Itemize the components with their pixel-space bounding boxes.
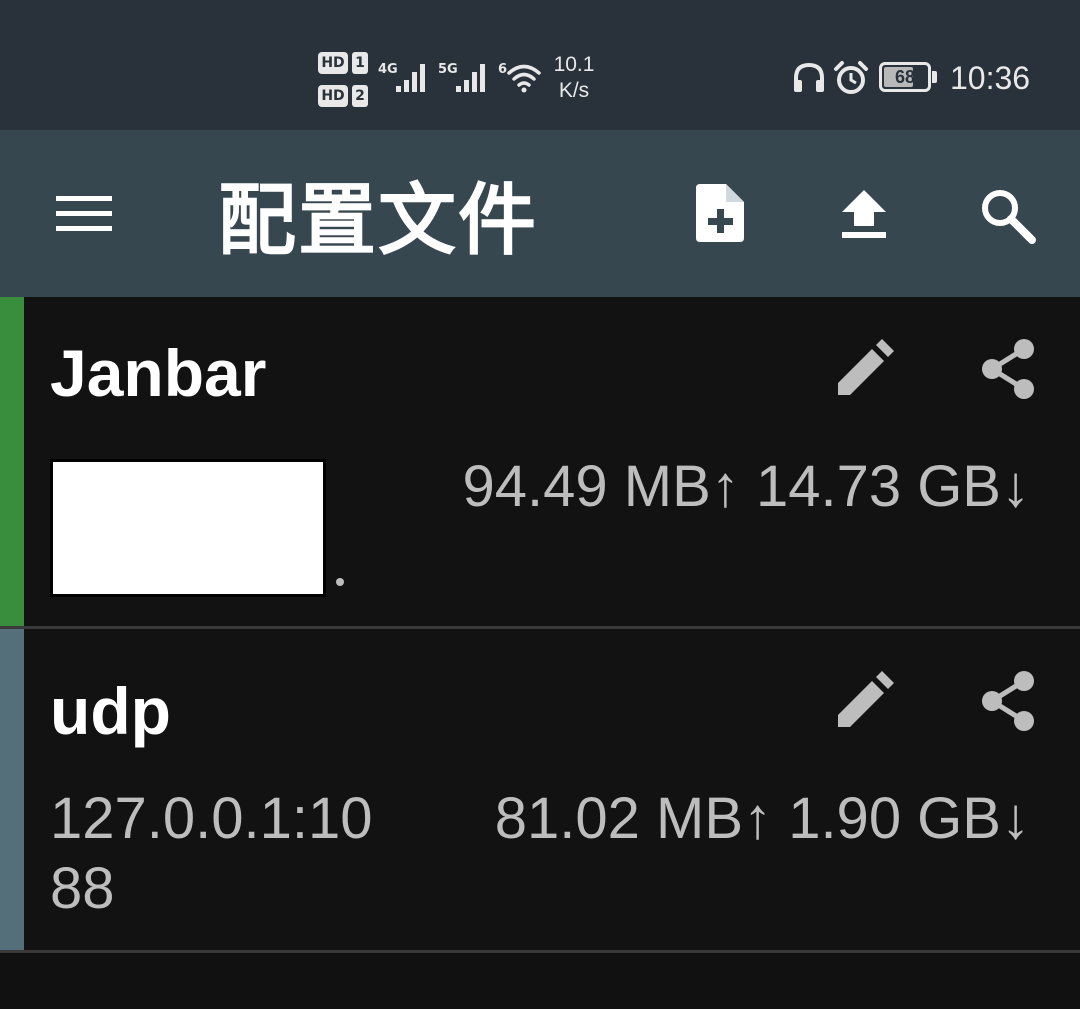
edit-icon[interactable] bbox=[834, 671, 896, 731]
sim2-hd-label: HD bbox=[318, 85, 348, 107]
network1-type: 4G bbox=[378, 62, 398, 77]
inactive-indicator bbox=[0, 629, 24, 950]
page-title: 配置文件 bbox=[218, 176, 539, 266]
search-icon[interactable] bbox=[978, 186, 1038, 244]
redacted-address bbox=[50, 459, 326, 597]
traffic-stats: 94.49 MB↑ 14.73 GB↓ bbox=[463, 453, 1030, 521]
sim2-indicator: HD 2 bbox=[318, 85, 370, 107]
sim2-number: 2 bbox=[352, 85, 368, 107]
profile-card-janbar[interactable]: Janbar 94.49 MB↑ 14.73 GB↓ bbox=[0, 297, 1080, 627]
signal-icon bbox=[456, 64, 485, 92]
active-indicator bbox=[0, 297, 24, 627]
new-file-icon[interactable] bbox=[694, 182, 746, 244]
upload-traffic: 94.49 MB↑ bbox=[462, 454, 740, 519]
download-traffic: 1.90 GB↓ bbox=[788, 786, 1030, 851]
network2-type: 5G bbox=[438, 62, 458, 77]
profile-name: Janbar bbox=[50, 336, 267, 410]
profile-name: udp bbox=[50, 674, 171, 748]
share-icon[interactable] bbox=[978, 669, 1038, 733]
network-speed: 10.1 K/s bbox=[546, 52, 602, 104]
battery-tip bbox=[932, 71, 937, 83]
status-bar: HD 1 HD 2 4G 5G 6 10.1 K/s 68 10:36 bbox=[0, 0, 1080, 130]
headphones-icon bbox=[794, 62, 824, 92]
share-icon[interactable] bbox=[978, 337, 1038, 401]
address-dot bbox=[336, 578, 344, 586]
battery-icon: 68 bbox=[879, 62, 931, 92]
sim1-indicator: HD 1 bbox=[318, 52, 370, 74]
server-address-line1: 127.0.0.1:10 bbox=[50, 786, 373, 851]
status-time: 10:36 bbox=[950, 60, 1031, 96]
menu-icon[interactable] bbox=[54, 190, 114, 238]
download-traffic: 14.73 GB↓ bbox=[755, 454, 1030, 519]
signal-icon bbox=[396, 64, 425, 92]
network-speed-unit: K/s bbox=[558, 79, 590, 102]
upload-traffic: 81.02 MB↑ bbox=[494, 786, 773, 851]
upload-icon[interactable] bbox=[838, 188, 890, 240]
server-address-line2: 88 bbox=[50, 856, 115, 921]
network-speed-value: 10.1 bbox=[553, 53, 595, 76]
alarm-icon bbox=[834, 61, 868, 94]
battery-level: 68 bbox=[894, 67, 916, 87]
sim1-hd-label: HD bbox=[318, 52, 348, 74]
wifi-icon bbox=[507, 64, 541, 93]
card-divider bbox=[0, 950, 1080, 953]
app-bar bbox=[0, 130, 1080, 297]
traffic-stats: 81.02 MB↑ 1.90 GB↓ bbox=[495, 785, 1030, 853]
profile-card-udp[interactable]: udp 127.0.0.1:10 88 81.02 MB↑ 1.90 GB↓ bbox=[0, 629, 1080, 950]
sim1-number: 1 bbox=[352, 52, 368, 74]
edit-icon[interactable] bbox=[834, 339, 896, 399]
